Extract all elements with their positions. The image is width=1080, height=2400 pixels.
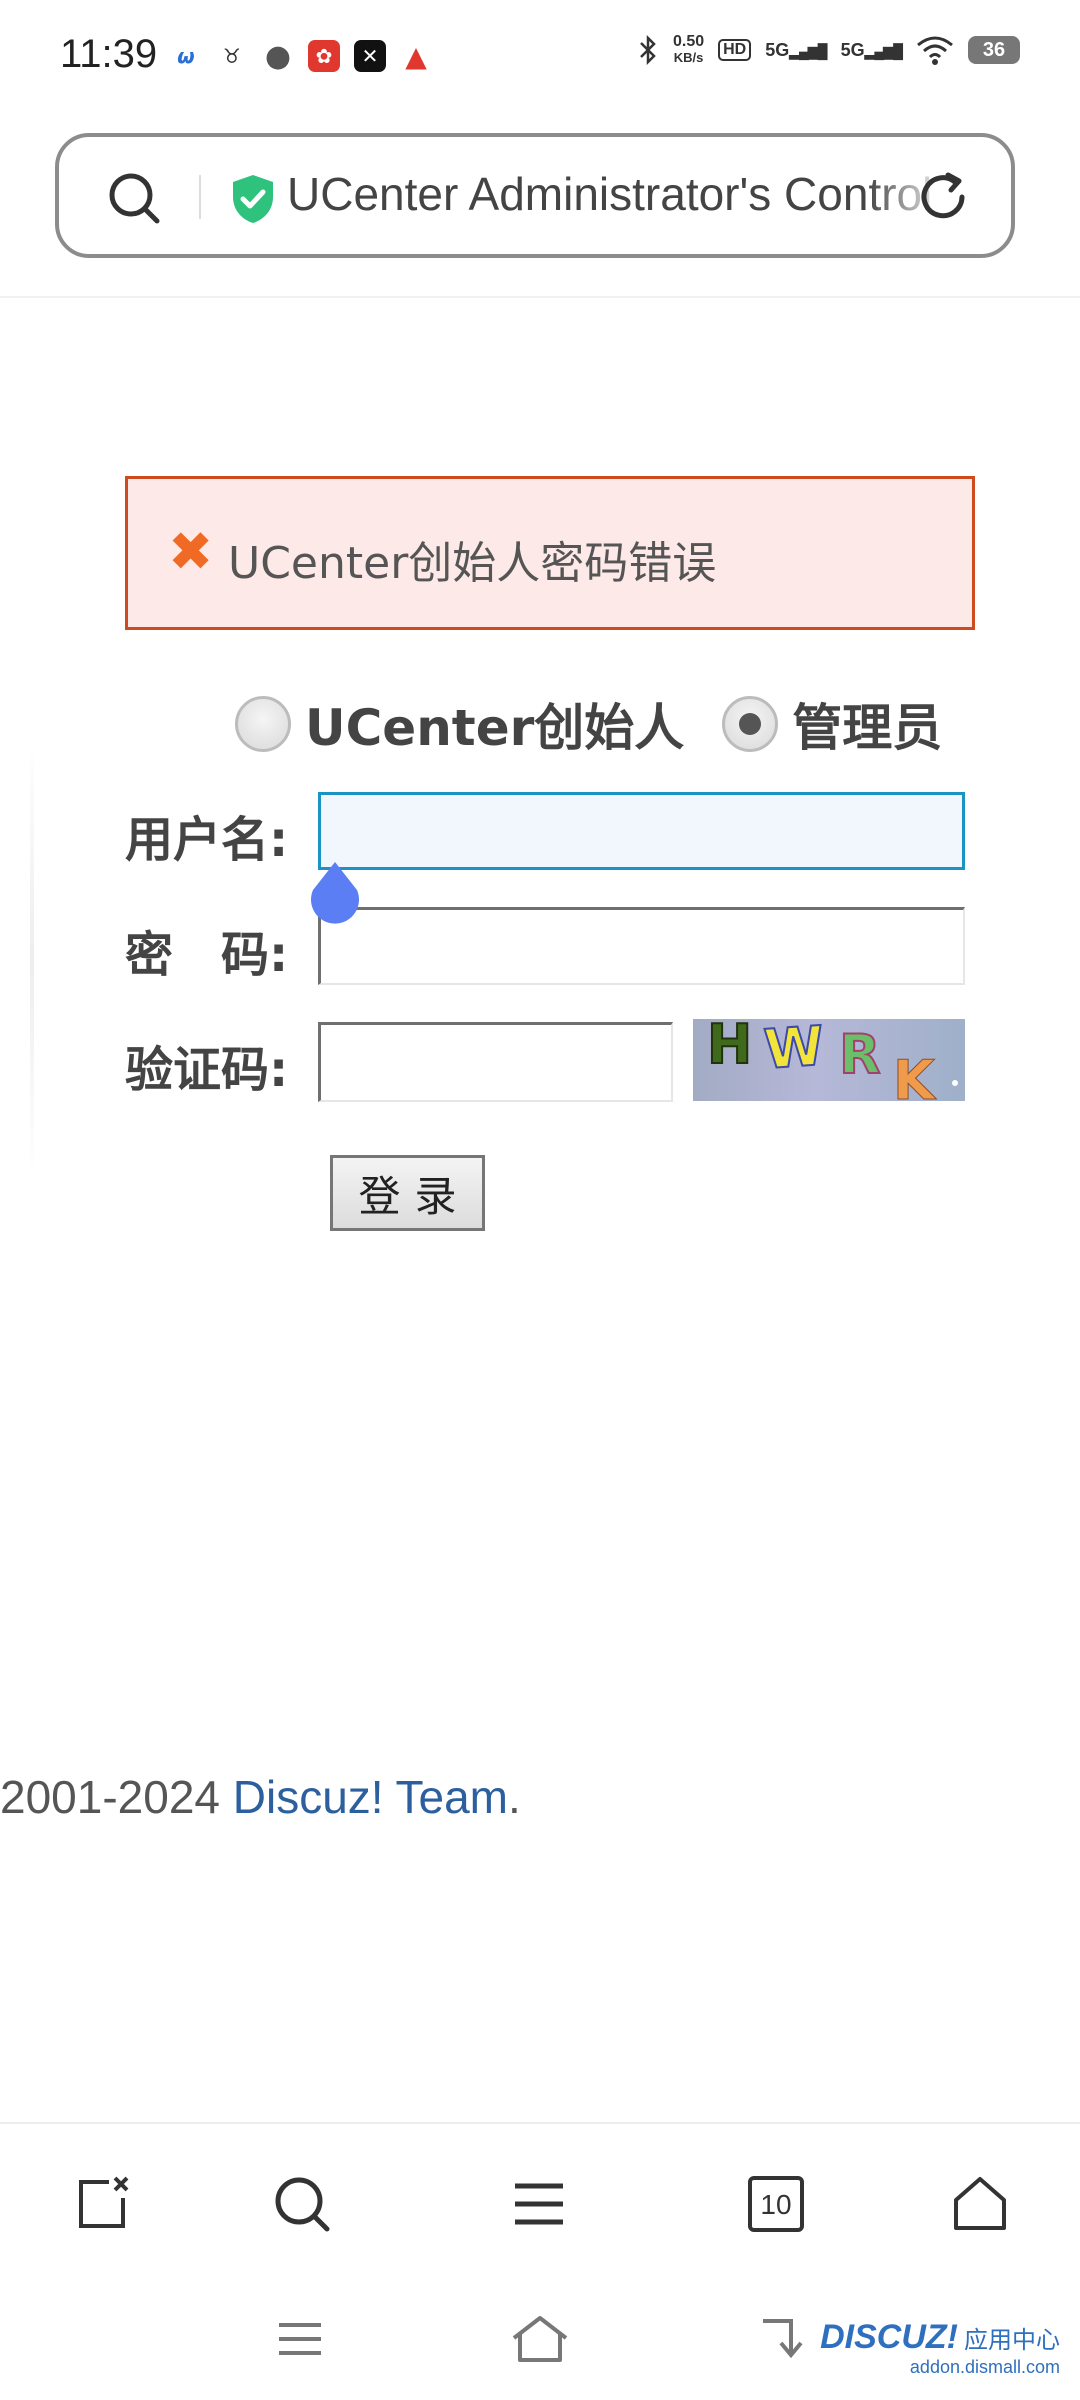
- svg-text:R: R: [839, 1023, 881, 1086]
- home-icon: [954, 2177, 1006, 2230]
- password-label: 密 码:: [125, 927, 289, 983]
- toolbar-search-button[interactable]: [257, 2164, 347, 2244]
- error-message: UCenter创始人密码错误: [228, 538, 717, 589]
- tabs-icon: 10: [748, 2176, 804, 2232]
- close-page-icon: [79, 2176, 129, 2228]
- left-edge-shadow: [30, 740, 34, 1180]
- recents-icon: [279, 2323, 321, 2355]
- radio-founder-label[interactable]: UCenter创始人: [305, 688, 684, 760]
- nav-recents-button[interactable]: [260, 2304, 340, 2374]
- bluetooth-icon: [640, 35, 656, 65]
- back-icon: [763, 2319, 803, 2359]
- nav-home-icon: [512, 2316, 568, 2362]
- network-speed: 0.50 KB/s: [672, 33, 705, 66]
- hd-voice-icon: HD: [718, 39, 752, 61]
- status-indicators: 0.50 KB/s HD 5G▂▄▆█ 5G▂▄▆█ 36: [637, 34, 1020, 66]
- status-bar: 11:39 ω ♉ ● ✿ ✕ ▲ 0.50 KB/s HD 5G▂▄▆█ 5G…: [0, 0, 1080, 110]
- app-notification-icon: ω: [170, 40, 202, 72]
- page-title[interactable]: UCenter Administrator's Control Panel: [287, 167, 947, 221]
- nav-home-button[interactable]: [500, 2304, 580, 2374]
- footer-copyright: 2001-2024 Discuz! Team.: [0, 1771, 521, 1823]
- battery-icon: 36: [968, 36, 1020, 64]
- discuz-watermark: DISCUZ! 应用中心 addon.dismall.com: [820, 2318, 1060, 2378]
- captcha-image[interactable]: H W R K: [693, 1019, 965, 1101]
- message-notification-icon: ●: [262, 39, 294, 74]
- username-label: 用户名:: [125, 812, 289, 868]
- captcha-input[interactable]: [318, 1022, 673, 1102]
- close-page-button[interactable]: [58, 2164, 148, 2244]
- text-cursor-handle[interactable]: [304, 860, 366, 930]
- watermark-domain: addon.dismall.com: [909, 2357, 1060, 2377]
- svg-text:K: K: [893, 1049, 937, 1101]
- watermark-cn: 应用中心: [964, 2326, 1060, 2354]
- reload-icon[interactable]: [915, 169, 971, 225]
- home-button[interactable]: [935, 2164, 1025, 2244]
- svg-text:H: H: [707, 1019, 752, 1076]
- cow-notification-icon: ♉: [216, 40, 248, 72]
- svg-text:W: W: [762, 1019, 826, 1081]
- browser-toolbar: 10: [0, 2124, 1080, 2274]
- red-app-notification-icon: ✿: [308, 40, 340, 72]
- browser-page: 11:39 ω ♉ ● ✿ ✕ ▲ 0.50 KB/s HD 5G▂▄▆█ 5G…: [0, 0, 1080, 2400]
- search-icon[interactable]: [107, 171, 163, 227]
- menu-button[interactable]: [494, 2164, 584, 2244]
- boat-notification-icon: ▲: [400, 40, 432, 73]
- captcha-label: 验证码:: [125, 1042, 289, 1098]
- password-input[interactable]: [318, 907, 965, 985]
- captcha-letters: H W R K: [706, 1019, 958, 1101]
- nav-back-button[interactable]: [745, 2304, 825, 2374]
- login-button[interactable]: 登录: [330, 1155, 485, 1231]
- header-divider: [0, 296, 1080, 298]
- radio-founder[interactable]: [235, 696, 291, 752]
- error-x-icon: ✖: [168, 520, 214, 583]
- secure-shield-icon[interactable]: [229, 173, 277, 225]
- search-icon: [275, 2177, 330, 2232]
- address-separator: [199, 175, 201, 219]
- menu-icon: [515, 2183, 563, 2225]
- watermark-brand: DISCUZ!: [820, 2318, 958, 2356]
- signal-sim2-icon: 5G▂▄▆█: [840, 39, 903, 60]
- capcut-notification-icon: ✕: [354, 40, 386, 72]
- notification-icons: ω ♉ ● ✿ ✕ ▲: [170, 39, 432, 74]
- tabs-button[interactable]: 10: [731, 2164, 821, 2244]
- address-bar[interactable]: UCenter Administrator's Control Panel: [55, 133, 1015, 258]
- radio-admin-label[interactable]: 管理员: [792, 688, 942, 760]
- tabs-count: 10: [760, 2189, 791, 2220]
- error-message-box: ✖ UCenter创始人密码错误: [125, 476, 975, 630]
- wifi-icon: [917, 36, 953, 65]
- signal-sim1-icon: 5G▂▄▆█: [765, 39, 827, 60]
- role-selector: UCenter创始人 管理员: [235, 688, 942, 760]
- discuz-team-link[interactable]: Discuz! Team: [233, 1771, 508, 1823]
- status-time: 11:39: [60, 32, 158, 76]
- username-input[interactable]: [318, 792, 965, 870]
- radio-admin[interactable]: [722, 696, 779, 752]
